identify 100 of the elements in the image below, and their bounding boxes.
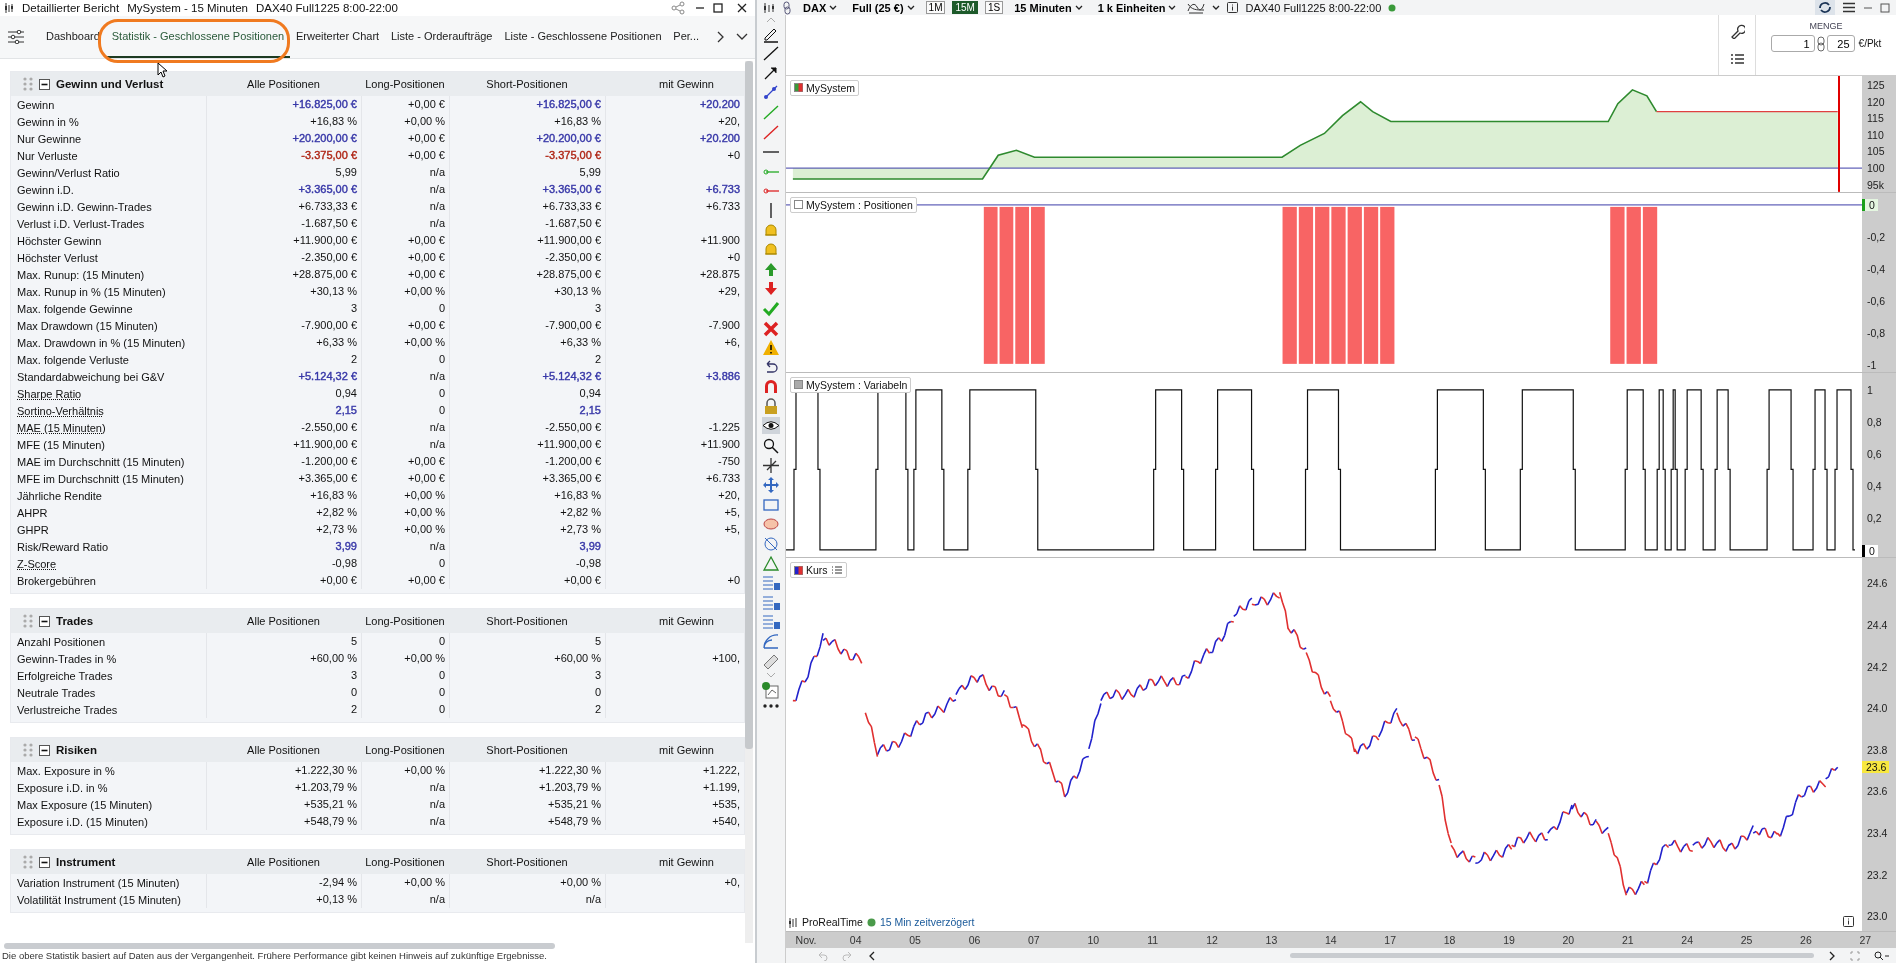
table-cell: 0 bbox=[438, 635, 445, 647]
table-cell: +6,33 % bbox=[560, 336, 601, 348]
axis-label: 0,2 bbox=[1867, 512, 1882, 525]
table-cell: -1.225 bbox=[708, 421, 740, 433]
row-label: Jährliche Rendite bbox=[17, 489, 102, 502]
table-cell: +100, bbox=[712, 652, 740, 664]
units-dropdown[interactable]: 1 k Einheiten bbox=[1093, 1, 1181, 14]
tab[interactable]: Liste - Orderaufträge bbox=[385, 16, 499, 58]
table-cell: +20.200,00 € bbox=[292, 132, 357, 144]
table-cell: +60,00 % bbox=[310, 652, 357, 664]
table-cell: n/a bbox=[585, 893, 601, 905]
contract-dropdown[interactable]: Full (25 €) bbox=[848, 1, 919, 14]
tab[interactable]: Dashboard bbox=[40, 16, 106, 58]
table-cell: -3.375,00 € bbox=[301, 149, 357, 161]
table-cell: +0,00 € bbox=[408, 98, 445, 110]
row-label: Nur Gewinne bbox=[17, 132, 82, 145]
row-label: MAE (15 Minuten) bbox=[17, 421, 106, 434]
timeframe-dropdown[interactable]: 15 Minuten bbox=[1010, 1, 1087, 14]
row-label: Gewinn-Trades in % bbox=[17, 652, 117, 665]
table-cell: n/a bbox=[429, 893, 445, 905]
table-cell: -1.687,50 € bbox=[301, 217, 357, 229]
instrument-dropdown[interactable]: DAX bbox=[799, 1, 842, 14]
table-cell: 0 bbox=[350, 686, 357, 698]
axis-label: 95k bbox=[1867, 178, 1884, 191]
period-button[interactable]: 1S bbox=[984, 1, 1004, 14]
axis-label: 25 bbox=[1739, 934, 1754, 946]
tab[interactable]: Per... bbox=[667, 16, 705, 58]
row-label: Volatilität Instrument (15 Minuten) bbox=[17, 893, 181, 906]
table-cell: 0 bbox=[438, 686, 445, 698]
axis-label: 24 bbox=[1680, 934, 1694, 946]
table-cell: +0,00 % bbox=[560, 876, 601, 888]
tab[interactable]: Statistik - Geschlossene Positionen bbox=[105, 16, 290, 58]
quantity-field[interactable]: 1 bbox=[1770, 35, 1815, 52]
axis-label: 05 bbox=[908, 934, 922, 946]
axis-label: 23.6 bbox=[1867, 785, 1888, 798]
table-cell: -2.550,00 € bbox=[301, 421, 357, 433]
multiplier-field[interactable]: 25 bbox=[1826, 35, 1855, 52]
table-cell: +11.900 bbox=[700, 438, 740, 450]
value-label: 0 bbox=[1862, 544, 1878, 557]
value-label: 0 bbox=[1862, 198, 1878, 211]
table-cell: 2,15 bbox=[579, 404, 601, 416]
column-header: Long-Positionen bbox=[364, 744, 446, 756]
column-header: mit Gewinn bbox=[657, 744, 715, 756]
table-cell: 2,15 bbox=[335, 404, 357, 416]
axis-label: 100 bbox=[1867, 161, 1885, 174]
axis-label: 11 bbox=[1146, 934, 1160, 946]
table-cell: 3,99 bbox=[579, 540, 601, 552]
row-label: Neutrale Trades bbox=[17, 686, 96, 699]
table-cell: 2 bbox=[594, 703, 601, 715]
axis-label: 24.2 bbox=[1867, 660, 1888, 673]
table-cell: -7.900,00 € bbox=[301, 319, 357, 331]
row-label: Max. folgende Gewinne bbox=[17, 302, 133, 315]
delay-label: 15 Min zeitverzögert bbox=[879, 916, 975, 929]
row-label: Höchster Verlust bbox=[17, 251, 98, 264]
row-label: MFE im Durchschnitt (15 Minuten) bbox=[17, 472, 184, 485]
table-cell: +535, bbox=[712, 798, 740, 810]
table-cell: 0 bbox=[594, 686, 601, 698]
period-button[interactable]: 1M bbox=[925, 1, 946, 14]
table-cell: +1.199, bbox=[703, 781, 740, 793]
table-cell: +30,13 % bbox=[554, 285, 601, 297]
column-header: Short-Positionen bbox=[485, 78, 569, 90]
table-cell: +0,00 € bbox=[408, 234, 445, 246]
table-cell: +11.900,00 € bbox=[293, 438, 357, 450]
table-cell: +11.900,00 € bbox=[293, 234, 357, 246]
table-cell: +11.900 bbox=[700, 234, 740, 246]
table-cell: 5,99 bbox=[335, 166, 357, 178]
table-cell: 0 bbox=[438, 557, 445, 569]
section-title: Gewinn und Verlust bbox=[56, 78, 164, 90]
axis-label: 27 bbox=[1858, 934, 1873, 946]
table-cell: +6.733,33 € bbox=[542, 200, 601, 212]
axis-label: 125 bbox=[1867, 78, 1885, 91]
table-cell: 0 bbox=[438, 353, 445, 365]
table-cell: +535,21 % bbox=[304, 798, 357, 810]
table-cell: +0,00 % bbox=[404, 336, 445, 348]
tab[interactable]: Erweiterter Chart bbox=[289, 16, 385, 58]
table-cell: +0,00 % bbox=[404, 652, 445, 664]
column-header: Short-Positionen bbox=[485, 744, 569, 756]
table-cell: +16,83 % bbox=[310, 115, 357, 127]
column-header: mit Gewinn bbox=[657, 856, 715, 868]
table-cell: -2,94 % bbox=[319, 876, 357, 888]
table-cell: +0,00 % bbox=[404, 285, 445, 297]
row-label: Nur Verluste bbox=[17, 149, 78, 162]
table-cell: +29, bbox=[718, 285, 740, 297]
table-cell: -7.900 bbox=[708, 319, 740, 331]
table-cell: +0,00 € bbox=[408, 132, 445, 144]
table-cell: -3.375,00 € bbox=[545, 149, 601, 161]
row-label: Exposure i.D. (15 Minuten) bbox=[17, 815, 148, 828]
axis-label: 07 bbox=[1027, 934, 1041, 946]
row-label: Max Drawdown (15 Minuten) bbox=[17, 319, 158, 332]
table-cell: +6.733 bbox=[706, 472, 740, 484]
table-cell: +0,00 € bbox=[564, 574, 601, 586]
panel-title: MySystem bbox=[806, 81, 855, 94]
table-cell: 3 bbox=[594, 669, 601, 681]
period-button[interactable]: 15M bbox=[952, 1, 978, 14]
unit-label: €/Pkt bbox=[1858, 38, 1882, 49]
axis-label: 115 bbox=[1867, 112, 1884, 125]
row-label: Sharpe Ratio bbox=[17, 387, 82, 400]
panel-title: MySystem : Positionen bbox=[806, 198, 913, 211]
table-cell: 0 bbox=[438, 404, 445, 416]
tab[interactable]: Liste - Geschlossene Positionen bbox=[498, 16, 668, 58]
